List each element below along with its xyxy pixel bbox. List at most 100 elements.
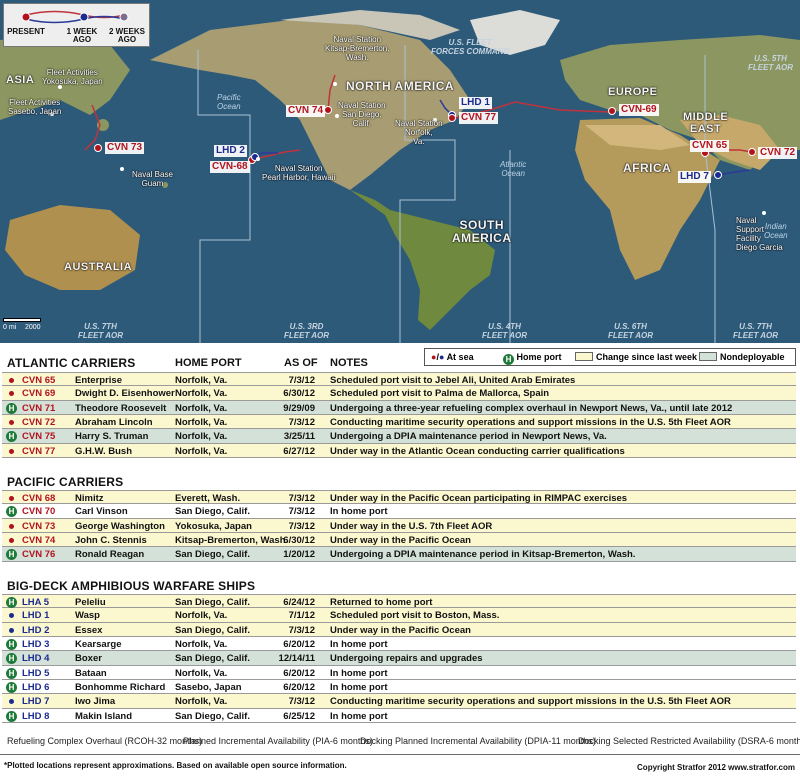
world-map: PRESENT 1 WEEK AGO 2 WEEKS AGO ASIA NORT…: [0, 0, 800, 343]
footer-divider: [0, 754, 800, 755]
ship-name: Iwo Jima: [75, 696, 116, 708]
notes: Scheduled port visit to Jebel Ali, Unite…: [330, 375, 576, 386]
notes: In home port: [330, 639, 388, 651]
hull-number: LHD 4: [22, 653, 50, 665]
atlantic-carriers-table: CVN 65 Enterprise Norfolk, Va. 7/3/12 Schedu…: [2, 372, 796, 459]
ship-name: Peleliu: [75, 597, 106, 608]
home-port: Norfolk, Va.: [175, 445, 228, 457]
as-of-date: 7/3/12: [288, 696, 315, 708]
section-title-amphibious: BIG-DECK AMPHIBIOUS WARFARE SHIPS: [7, 579, 256, 593]
home-port-icon: H: [6, 710, 17, 722]
aor-7th-right: U.S. 7TH FLEET AOR: [733, 322, 779, 340]
home-port: Yokosuka, Japan: [175, 520, 252, 532]
as-of-date: 6/20/12: [283, 682, 315, 694]
ship-name: Ronald Reagan: [75, 549, 145, 561]
pacific-carriers-table: CVN 68 Nimitz Everett, Wash. 7/3/12 Under wa…: [2, 490, 796, 562]
at-sea-dot-icon: [6, 446, 17, 457]
key-change-label: Change since last week: [596, 352, 698, 362]
home-port: San Diego, Calif.: [175, 549, 250, 561]
as-of-date: 6/30/12: [283, 388, 315, 400]
as-of-date: 7/3/12: [288, 375, 315, 386]
col-home-port: HOME PORT: [175, 357, 242, 369]
amphibious-ships-table: H LHA 5 Peleliu San Diego, Calif. 6/24/12 Ret…: [2, 594, 796, 724]
ocean-pacific: Pacific Ocean: [217, 93, 241, 111]
base-kitsap: Naval Station Kitsap-Bremerton, Wash.: [325, 35, 390, 62]
hull-number: LHD 7: [22, 696, 50, 708]
ship-name: Kearsarge: [75, 639, 122, 651]
ship-label-cvn73: CVN 73: [105, 142, 145, 154]
table-row: H CVN 70 Carl Vinson San Diego, Calif. 7/3/1…: [2, 504, 796, 519]
key-change: Change since last week: [575, 352, 697, 362]
table-row: H CVN 76 Ronald Reagan San Diego, Calif. 1/2…: [2, 547, 796, 562]
notes: Under way in the Pacific Ocean: [330, 535, 471, 547]
aor-6th: U.S. 6TH FLEET AOR: [608, 322, 654, 340]
home-port-icon: H: [6, 653, 17, 665]
table-row: H LHD 4 Boxer San Diego, Calif. 12/14/11 Unde…: [2, 651, 796, 666]
key-at-sea-label: At sea: [446, 352, 474, 362]
at-sea-dot-icon: [6, 696, 17, 707]
ship-label-lhd2: LHD 2: [214, 145, 247, 157]
hull-number: LHD 3: [22, 639, 50, 651]
notes: Returned to home port: [330, 597, 433, 608]
home-port: San Diego, Calif.: [175, 710, 250, 722]
notes: In home port: [330, 667, 388, 679]
ship-name: G.H.W. Bush: [75, 445, 132, 457]
at-sea-dot-icon: [6, 493, 17, 504]
aor-5th: U.S. 5TH FLEET AOR: [748, 54, 794, 72]
at-sea-dot-icon: [6, 417, 17, 428]
ship-label-cvn65: CVN 65: [690, 140, 730, 152]
table-row: CVN 73 George Washington Yokosuka, Japan 7/…: [2, 518, 796, 534]
aor-4th: U.S. 4TH FLEET AOR: [482, 322, 528, 340]
region-asia: ASIA: [6, 74, 35, 86]
ship-name: Nimitz: [75, 493, 104, 504]
base-diego-garcia: Naval Support Facility Diego Garcia: [736, 216, 783, 252]
hull-number: CVN 77: [22, 445, 56, 457]
ocean-atlantic: Atlantic Ocean: [500, 160, 527, 178]
hull-number: LHA 5: [22, 597, 50, 608]
base-yokosuka: Fleet Activities Yokosuka, Japan: [42, 68, 103, 86]
at-sea-dot-icon: [6, 375, 17, 386]
table-row: H LHD 3 Kearsarge Norfolk, Va. 6/20/12 In hom…: [2, 637, 796, 652]
ship-name: John C. Stennis: [75, 535, 147, 547]
as-of-date: 6/27/12: [283, 445, 315, 457]
notes: Scheduled port visit to Palma de Mallorc…: [330, 388, 550, 400]
nondeployable-swatch: [699, 352, 717, 361]
home-port-icon: H: [6, 506, 17, 518]
notes: In home port: [330, 710, 388, 722]
home-port-icon: H: [6, 402, 17, 414]
home-port: Norfolk, Va.: [175, 667, 228, 679]
hull-number: CVN 73: [22, 520, 56, 532]
base-sasebo: Fleet Activities Sasebo, Japan: [8, 98, 62, 116]
notes: Undergoing a DPIA maintenance period in …: [330, 431, 607, 443]
col-notes: NOTES: [330, 357, 368, 369]
hull-number: LHD 2: [22, 624, 50, 636]
ship-name: Enterprise: [75, 375, 122, 386]
home-port: Norfolk, Va.: [175, 417, 228, 429]
table-row: LHD 7 Iwo Jima Norfolk, Va. 7/3/12 Conductin…: [2, 694, 796, 709]
notes: Undergoing repairs and upgrades: [330, 653, 483, 665]
hull-number: CVN 74: [22, 535, 56, 547]
legend-track-icon: [21, 10, 129, 24]
ship-label-lhd1: LHD 1: [459, 97, 492, 109]
home-port: Norfolk, Va.: [175, 639, 228, 651]
table-row: CVN 77 G.H.W. Bush Norfolk, Va. 6/27/12 Unde…: [2, 443, 796, 459]
ship-name: Carl Vinson: [75, 506, 128, 518]
scale-max: 2000: [25, 324, 41, 331]
hull-number: LHD 6: [22, 682, 50, 694]
home-port-icon: H: [6, 639, 17, 651]
table-row: CVN 65 Enterprise Norfolk, Va. 7/3/12 Schedu…: [2, 372, 796, 387]
region-europe: EUROPE: [608, 86, 658, 98]
table-row: CVN 68 Nimitz Everett, Wash. 7/3/12 Under wa…: [2, 490, 796, 505]
key-home-port: H Home port: [503, 352, 562, 365]
region-north-america: NORTH AMERICA: [346, 79, 455, 93]
ship-name: Essex: [75, 624, 103, 636]
home-port: Everett, Wash.: [175, 493, 241, 504]
hull-number: CVN 72: [22, 417, 56, 429]
at-sea-dot-icon: [6, 535, 17, 546]
region-middle-east: MIDDLE EAST: [683, 111, 729, 135]
table-key: ●/● At sea H Home port Change since last…: [424, 348, 796, 366]
home-port-icon: H: [6, 597, 17, 608]
ship-name: Boxer: [75, 653, 102, 665]
col-as-of: AS OF: [284, 357, 318, 369]
ship-name: Wasp: [75, 610, 100, 622]
